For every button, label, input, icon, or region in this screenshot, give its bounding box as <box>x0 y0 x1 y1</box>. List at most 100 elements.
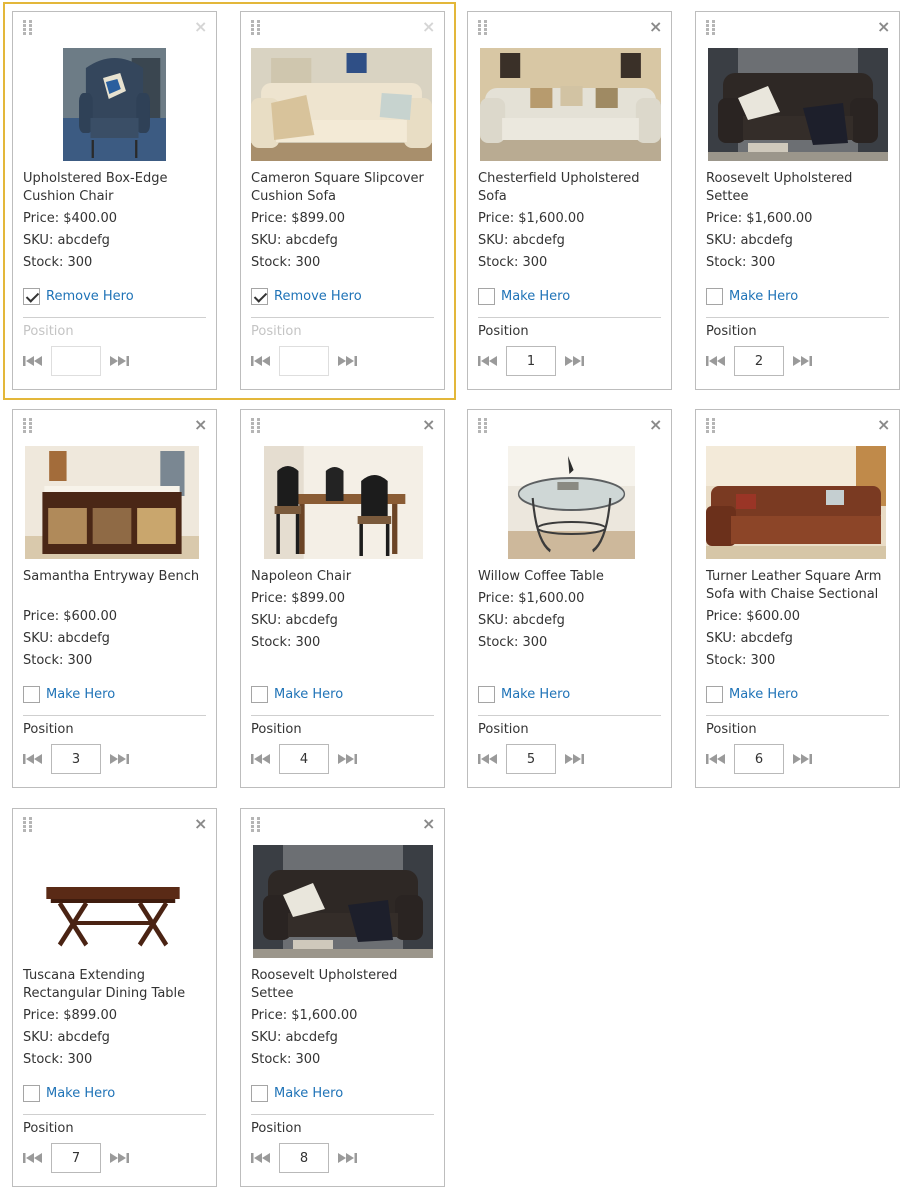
product-card[interactable]: × Roosevelt Upholstered Settee Price: $1… <box>695 11 900 390</box>
position-input[interactable] <box>279 1143 329 1173</box>
checkbox[interactable] <box>23 685 40 703</box>
close-icon[interactable]: × <box>649 19 662 35</box>
hero-label[interactable]: Make Hero <box>501 687 570 702</box>
make-hero-toggle[interactable]: Make Hero <box>251 1084 343 1102</box>
close-icon[interactable]: × <box>422 417 435 433</box>
first-icon[interactable] <box>706 753 725 765</box>
last-icon[interactable] <box>565 355 584 367</box>
product-image <box>25 446 199 559</box>
make-hero-toggle[interactable]: Make Hero <box>706 685 798 703</box>
close-icon[interactable]: × <box>194 417 207 433</box>
hero-label[interactable]: Make Hero <box>274 687 343 702</box>
drag-handle-icon[interactable] <box>478 20 488 36</box>
checkmark-icon[interactable] <box>251 287 268 305</box>
remove-hero-toggle[interactable]: Remove Hero <box>23 287 134 305</box>
first-icon[interactable] <box>251 753 270 765</box>
first-icon[interactable] <box>23 1152 42 1164</box>
hero-label[interactable]: Make Hero <box>274 1086 343 1101</box>
position-input[interactable] <box>734 744 784 774</box>
make-hero-toggle[interactable]: Make Hero <box>478 287 570 305</box>
product-image <box>706 446 886 559</box>
first-icon[interactable] <box>478 753 497 765</box>
position-input[interactable] <box>734 346 784 376</box>
drag-handle-icon[interactable] <box>478 418 488 434</box>
position-input[interactable] <box>279 346 329 376</box>
drag-handle-icon[interactable] <box>23 817 33 833</box>
close-icon[interactable]: × <box>194 816 207 832</box>
position-controls <box>251 744 357 774</box>
close-icon[interactable]: × <box>649 417 662 433</box>
drag-handle-icon[interactable] <box>251 20 261 36</box>
drag-handle-icon[interactable] <box>23 418 33 434</box>
position-controls <box>23 1143 129 1173</box>
close-icon[interactable]: × <box>422 816 435 832</box>
product-image <box>253 845 433 958</box>
checkmark-icon[interactable] <box>23 287 40 305</box>
remove-hero-toggle[interactable]: Remove Hero <box>251 287 362 305</box>
first-icon[interactable] <box>23 355 42 367</box>
hero-label[interactable]: Make Hero <box>501 289 570 304</box>
last-icon[interactable] <box>338 1152 357 1164</box>
first-icon[interactable] <box>706 355 725 367</box>
first-icon[interactable] <box>251 355 270 367</box>
last-icon[interactable] <box>110 355 129 367</box>
product-name: Upholstered Box-Edge Cushion Chair <box>23 171 168 204</box>
drag-handle-icon[interactable] <box>251 817 261 833</box>
position-input[interactable] <box>506 346 556 376</box>
last-icon[interactable] <box>793 355 812 367</box>
last-icon[interactable] <box>793 753 812 765</box>
position-input[interactable] <box>506 744 556 774</box>
drag-handle-icon[interactable] <box>706 418 716 434</box>
hero-label[interactable]: Remove Hero <box>46 289 134 304</box>
position-input[interactable] <box>279 744 329 774</box>
last-icon[interactable] <box>565 753 584 765</box>
hero-label[interactable]: Remove Hero <box>274 289 362 304</box>
make-hero-toggle[interactable]: Make Hero <box>251 685 343 703</box>
hero-label[interactable]: Make Hero <box>46 1086 115 1101</box>
close-icon[interactable]: × <box>194 19 207 35</box>
checkbox[interactable] <box>251 1084 268 1102</box>
product-card[interactable]: × Samantha Entryway Bench Price: $600.00… <box>12 409 217 788</box>
close-icon[interactable]: × <box>877 417 890 433</box>
product-card[interactable]: × Willow Coffee Table Price: $1,600.00 S… <box>467 409 672 788</box>
first-icon[interactable] <box>478 355 497 367</box>
first-icon[interactable] <box>251 1152 270 1164</box>
product-sku: SKU: abcdefg <box>478 233 565 248</box>
first-icon[interactable] <box>23 753 42 765</box>
checkbox[interactable] <box>251 685 268 703</box>
divider <box>706 715 889 716</box>
product-card[interactable]: × Turner Leather Square Arm Sofa with Ch… <box>695 409 900 788</box>
product-card[interactable]: × Roosevelt Upholstered Settee Price: $1… <box>240 808 445 1187</box>
drag-handle-icon[interactable] <box>23 20 33 36</box>
last-icon[interactable] <box>110 753 129 765</box>
position-label: Position <box>706 324 757 339</box>
checkbox[interactable] <box>706 287 723 305</box>
make-hero-toggle[interactable]: Make Hero <box>706 287 798 305</box>
close-icon[interactable]: × <box>422 19 435 35</box>
position-input[interactable] <box>51 744 101 774</box>
hero-label[interactable]: Make Hero <box>46 687 115 702</box>
last-icon[interactable] <box>338 753 357 765</box>
checkbox[interactable] <box>478 287 495 305</box>
last-icon[interactable] <box>110 1152 129 1164</box>
drag-handle-icon[interactable] <box>251 418 261 434</box>
drag-handle-icon[interactable] <box>706 20 716 36</box>
position-input[interactable] <box>51 1143 101 1173</box>
product-card[interactable]: × Cameron Square Slipcover Cushion Sofa … <box>240 11 445 390</box>
make-hero-toggle[interactable]: Make Hero <box>23 685 115 703</box>
close-icon[interactable]: × <box>877 19 890 35</box>
product-card[interactable]: × Tuscana Extending Rectangular Dining T… <box>12 808 217 1187</box>
make-hero-toggle[interactable]: Make Hero <box>23 1084 115 1102</box>
hero-label[interactable]: Make Hero <box>729 289 798 304</box>
hero-label[interactable]: Make Hero <box>729 687 798 702</box>
checkbox[interactable] <box>23 1084 40 1102</box>
make-hero-toggle[interactable]: Make Hero <box>478 685 570 703</box>
product-card[interactable]: × Chesterfield Upholstered Sofa Price: $… <box>467 11 672 390</box>
position-input[interactable] <box>51 346 101 376</box>
last-icon[interactable] <box>338 355 357 367</box>
checkbox[interactable] <box>706 685 723 703</box>
product-card[interactable]: × Upholstered Box-Edge Cushion Chair Pri… <box>12 11 217 390</box>
product-card[interactable]: × Napoleon Chair Price: $899.00 SKU: abc… <box>240 409 445 788</box>
checkbox[interactable] <box>478 685 495 703</box>
product-sku: SKU: abcdefg <box>251 1030 338 1045</box>
